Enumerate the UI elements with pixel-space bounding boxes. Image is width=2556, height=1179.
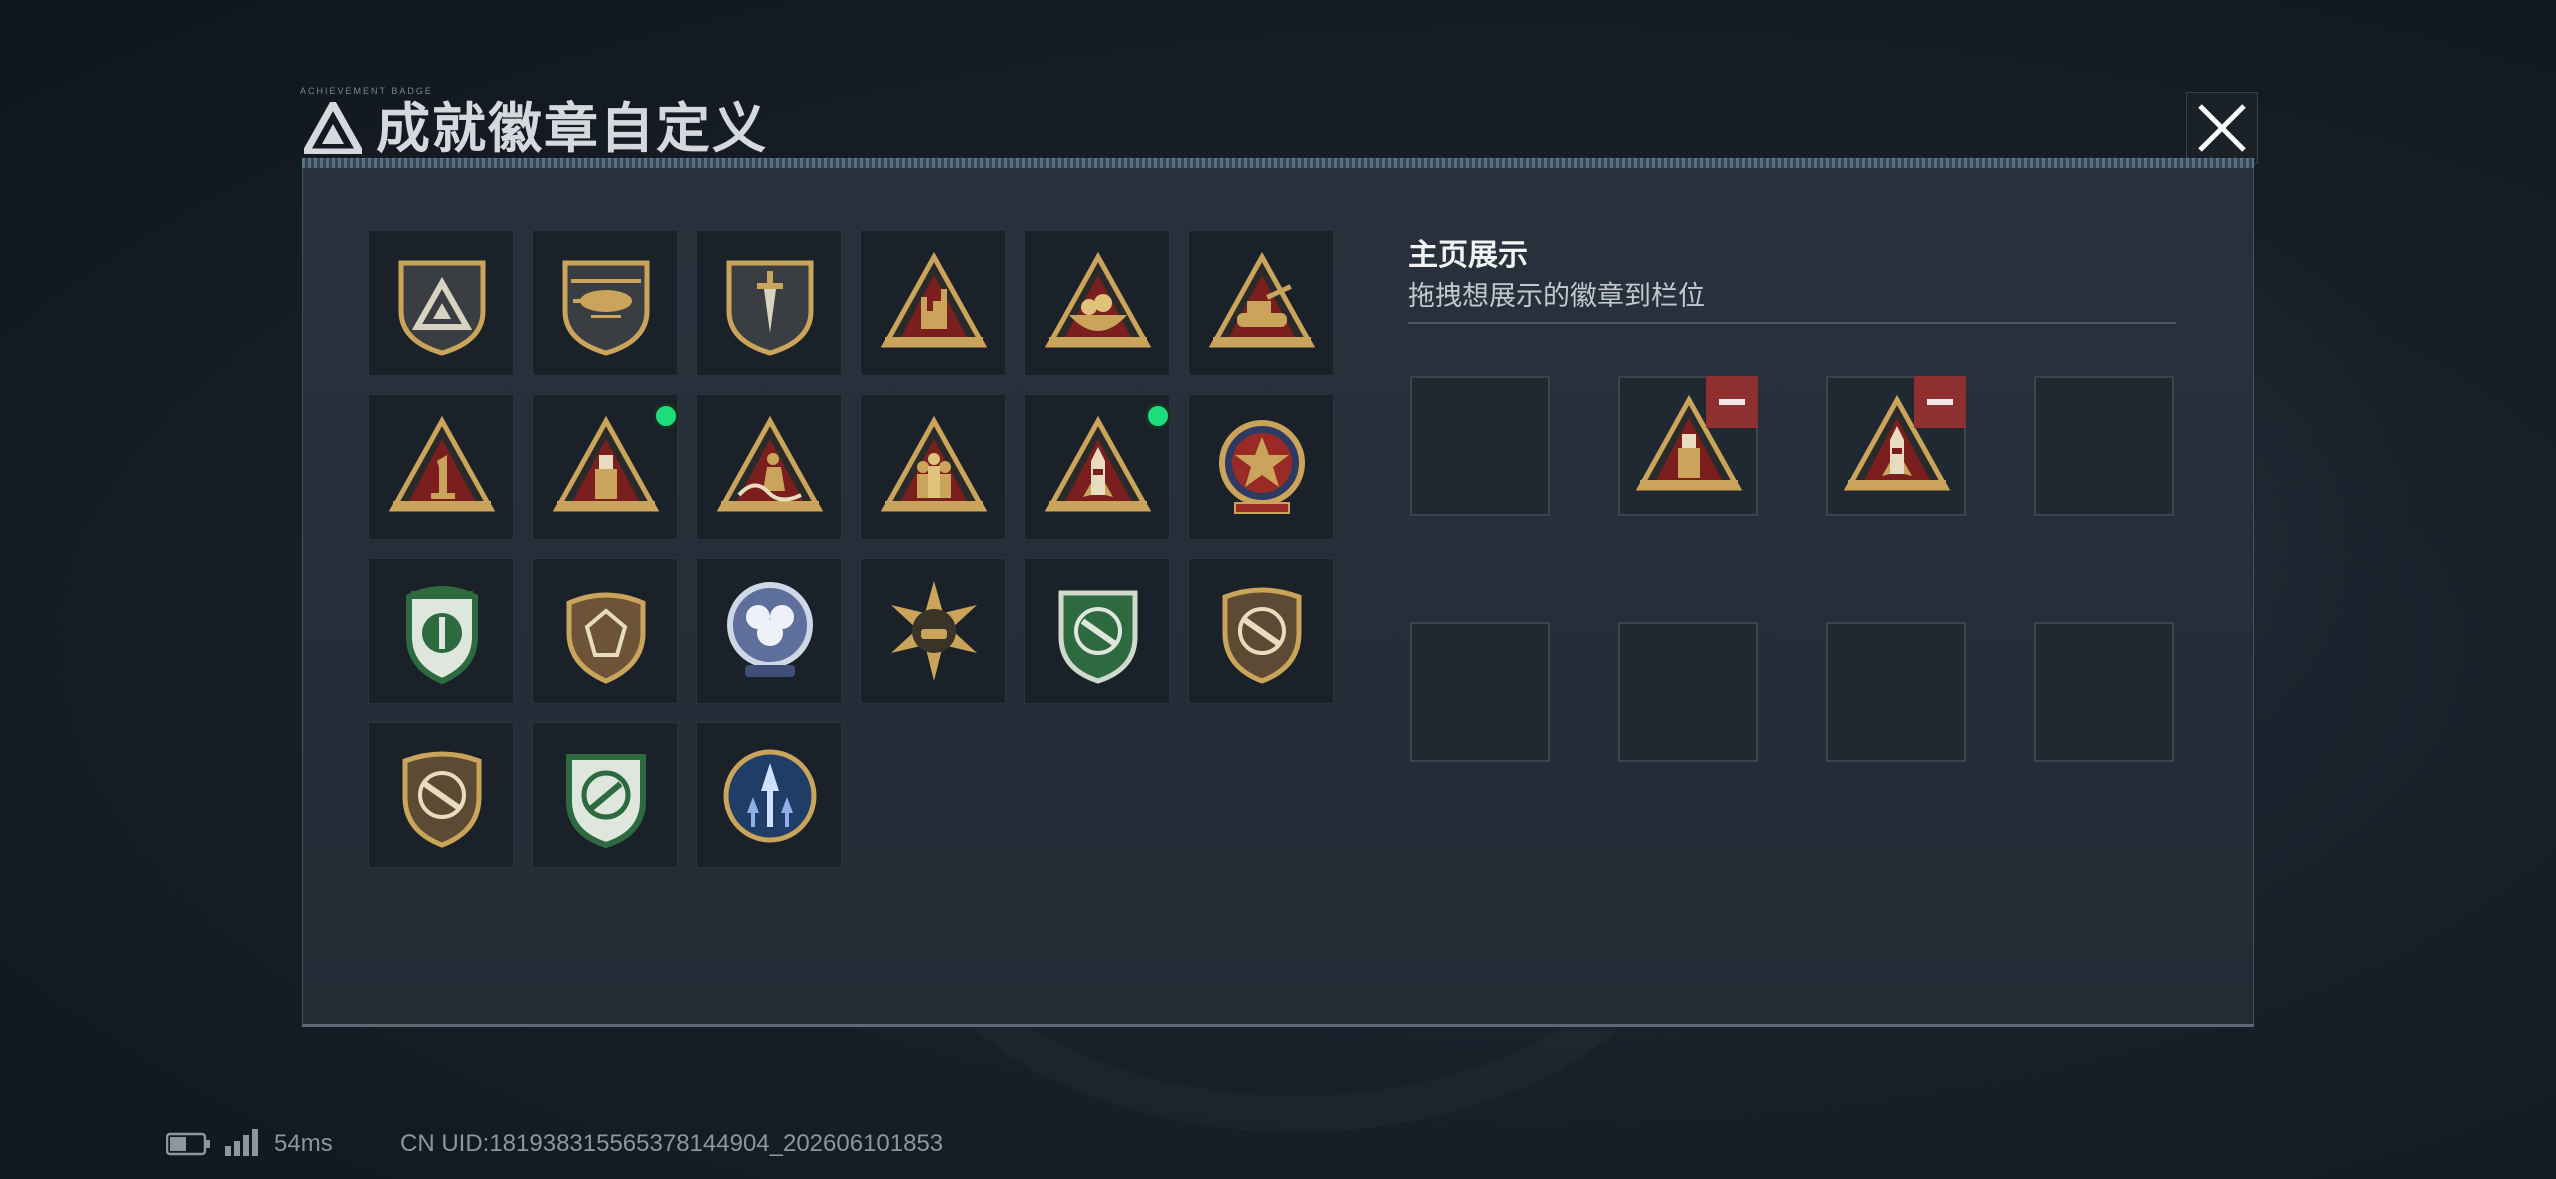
badge-tile[interactable] (368, 230, 514, 376)
star-burst-tank-icon (891, 581, 977, 681)
badge-tile[interactable] (368, 394, 514, 540)
new-indicator-dot (1145, 403, 1171, 429)
showcase-subtitle: 拖拽想展示的徽章到栏位 (1408, 281, 1705, 311)
showcase-slot[interactable] (2034, 622, 2174, 762)
green-crosshair-knife-icon (566, 754, 646, 849)
minus-icon (1719, 399, 1745, 405)
showcase-slot[interactable] (1618, 376, 1758, 516)
triangle-rocket-icon (1044, 415, 1152, 512)
close-button[interactable] (2186, 92, 2258, 164)
showcase-slot[interactable] (1826, 622, 1966, 762)
blue-arrow-round-icon (723, 749, 817, 843)
badge-tile[interactable] (1024, 230, 1170, 376)
showcase-divider (1408, 322, 2176, 324)
battery-icon (166, 1132, 210, 1156)
badge-tile[interactable] (532, 230, 678, 376)
triangle-surfer-icon (716, 415, 824, 512)
uid-text: CN UID:181938315565378144904_20260610185… (400, 1130, 944, 1157)
badge-tile[interactable] (1188, 558, 1334, 704)
minus-icon (1927, 399, 1953, 405)
round-star-medal-icon (1219, 420, 1305, 514)
close-icon (2198, 104, 2246, 152)
panel-bottom-border (302, 1024, 2254, 1027)
badge-tile[interactable] (368, 558, 514, 704)
triangle-soldiers-icon (880, 415, 988, 512)
triangle-bowl-icon (1044, 251, 1152, 348)
showcase-slot[interactable] (1410, 622, 1550, 762)
shield-helicopter-icon (562, 260, 650, 356)
badge-tile[interactable] (696, 722, 842, 868)
green-crosshair-rifle-icon (1058, 590, 1138, 684)
badge-tile[interactable] (368, 722, 514, 868)
panel-top-border (302, 158, 2254, 168)
badge-tile[interactable] (1024, 394, 1171, 540)
shield-dagger-icon (726, 260, 814, 356)
badge-tile[interactable] (860, 558, 1006, 704)
badge-tile[interactable] (1188, 394, 1334, 540)
showcase-title: 主页展示 (1408, 239, 1528, 272)
brown-rifle-shield-icon (402, 751, 482, 848)
badge-tile[interactable] (696, 394, 842, 540)
showcase-slot[interactable] (1826, 376, 1966, 516)
page-title: 成就徽章自定义 (376, 99, 768, 159)
badge-tile[interactable] (696, 558, 842, 704)
badge-tile[interactable] (532, 394, 679, 540)
brown-rifle-shield-icon (1222, 587, 1302, 684)
badge-tile[interactable] (1024, 558, 1170, 704)
badge-tile[interactable] (532, 722, 678, 868)
ping-text: 54ms (274, 1130, 333, 1157)
shield-triangle-icon (398, 260, 486, 356)
triangle-tank-icon (1208, 251, 1316, 348)
brown-shield-gem-icon (566, 592, 646, 684)
showcase-slot[interactable] (1618, 622, 1758, 762)
signal-icon (225, 1129, 258, 1156)
badge-tile[interactable] (696, 230, 842, 376)
remove-badge-button[interactable] (1914, 376, 1966, 428)
badge-tile[interactable] (860, 230, 1006, 376)
triangle-number-one-icon (388, 415, 496, 512)
badge-tile[interactable] (860, 394, 1006, 540)
remove-badge-button[interactable] (1706, 376, 1758, 428)
showcase-slot[interactable] (2034, 376, 2174, 516)
badge-tile[interactable] (1188, 230, 1334, 376)
new-indicator-dot (653, 403, 679, 429)
showcase-slot[interactable] (1410, 376, 1550, 516)
green-shield-icon (406, 586, 478, 685)
triangle-logo-icon (304, 102, 362, 154)
badge-tile[interactable] (532, 558, 678, 704)
triangle-usb-icon (552, 415, 660, 512)
triangle-rock-hand-icon (880, 251, 988, 348)
blue-round-flower-icon (727, 582, 813, 677)
